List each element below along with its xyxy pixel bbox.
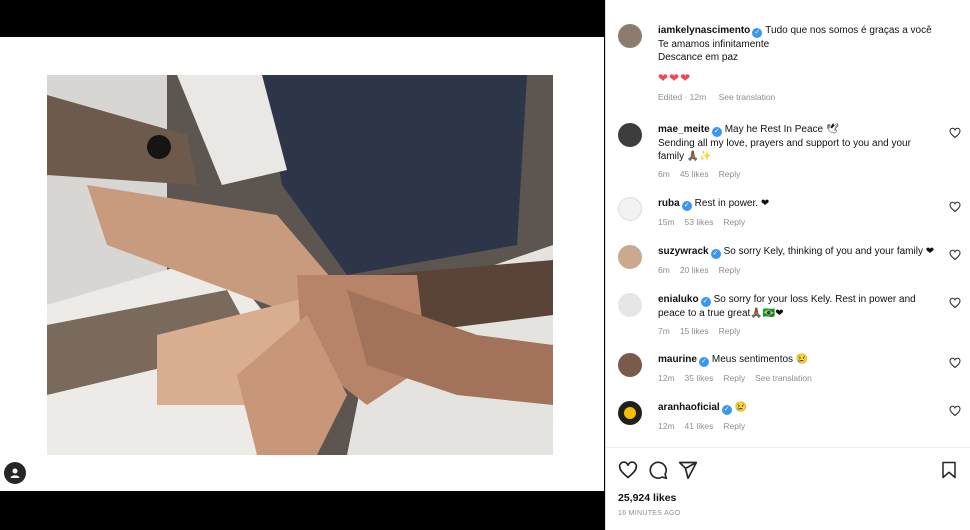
verified-badge-icon: ✓ (721, 405, 732, 415)
reply-link[interactable]: Reply (719, 265, 741, 275)
comment-time: 6m (658, 169, 670, 179)
commenter-username[interactable]: mae_meite (658, 124, 710, 135)
commenter-avatar[interactable] (618, 245, 642, 269)
post-photo[interactable] (47, 75, 553, 455)
post-caption: iamkelynascimento ✓ Tudo que nos somos é g… (618, 24, 961, 104)
post-media-area (0, 0, 604, 530)
verified-badge-icon: ✓ (711, 127, 722, 137)
commenter-avatar[interactable] (618, 197, 642, 221)
like-comment-heart-icon[interactable] (949, 201, 961, 213)
verified-badge-icon: ✓ (698, 357, 709, 367)
heart-icon[interactable] (618, 460, 638, 480)
commenter-avatar[interactable] (618, 353, 642, 377)
author-username[interactable]: iamkelynascimento (658, 25, 750, 36)
comment-time: 12m (658, 373, 675, 383)
caption-line: Descance em paz (658, 52, 739, 63)
comment-time: 6m (658, 265, 670, 275)
author-avatar[interactable] (618, 24, 642, 48)
like-comment-heart-icon[interactable] (949, 297, 961, 309)
comment-time: 7m (658, 326, 670, 336)
comments-panel: iamkelynascimento ✓ Tudo que nos somos é g… (605, 0, 970, 530)
caption-hearts: ❤❤❤ (658, 71, 692, 85)
like-comment-heart-icon[interactable] (949, 405, 961, 417)
likes-count[interactable]: 25,924 likes (618, 492, 676, 504)
reply-link[interactable]: Reply (723, 421, 745, 431)
bookmark-icon[interactable] (940, 460, 958, 480)
commenter-username[interactable]: ruba (658, 198, 680, 209)
caption-line: Te amamos infinitamente (658, 39, 770, 50)
commenter-username[interactable]: maurine (658, 354, 697, 365)
comment-icon[interactable] (648, 460, 668, 480)
action-bar (618, 460, 958, 482)
caption-line: Tudo que nos somos é graças a você (765, 25, 932, 36)
comment-text: Meus sentimentos 😢 (711, 354, 809, 365)
comment-time: 12m (658, 421, 675, 431)
comment-text: 😢 (734, 402, 748, 413)
comment-likes[interactable]: 45 likes (680, 169, 709, 179)
see-translation-link[interactable]: See translation (719, 92, 776, 102)
verified-badge-icon: ✓ (700, 297, 711, 307)
reply-link[interactable]: Reply (719, 169, 741, 179)
comment-item: suzywrack ✓ So sorry Kely, thinking of you… (618, 245, 961, 279)
tagged-user-icon[interactable] (4, 462, 26, 484)
comment-item: ruba ✓ Rest in power. ❤ 15m 53 likes Reply (618, 197, 961, 231)
comment-likes[interactable]: 41 likes (685, 421, 714, 431)
reply-link[interactable]: Reply (723, 217, 745, 227)
see-translation-link[interactable]: See translation (755, 373, 812, 383)
comment-text: So sorry Kely, thinking of you and your … (723, 246, 935, 257)
comment-item: aranhaoficial ✓ 😢 12m 41 likes Reply (618, 401, 961, 435)
comment-item: enialuko ✓ So sorry for your loss Kely. Re… (618, 293, 961, 339)
verified-badge-icon: ✓ (710, 249, 721, 259)
like-comment-heart-icon[interactable] (949, 249, 961, 261)
post-timestamp: 16 MINUTES AGO (618, 510, 681, 517)
verified-badge-icon: ✓ (752, 28, 763, 38)
reply-link[interactable]: Reply (719, 326, 741, 336)
like-comment-heart-icon[interactable] (949, 127, 961, 139)
reply-link[interactable]: Reply (723, 373, 745, 383)
divider (606, 447, 970, 448)
comment-text: Rest in power. ❤ (694, 198, 770, 209)
comment-time: 15m (658, 217, 675, 227)
commenter-avatar[interactable] (618, 293, 642, 317)
commenter-username[interactable]: enialuko (658, 294, 699, 305)
comment-likes[interactable]: 20 likes (680, 265, 709, 275)
comment-item: mae_meite ✓ May he Rest In Peace 🕊 Sending… (618, 123, 961, 181)
commenter-username[interactable]: suzywrack (658, 246, 709, 257)
comment-likes[interactable]: 35 likes (685, 373, 714, 383)
share-icon[interactable] (678, 460, 698, 480)
commenter-avatar[interactable] (618, 123, 642, 147)
comment-likes[interactable]: 15 likes (680, 326, 709, 336)
comment-item: maurine ✓ Meus sentimentos 😢 12m 35 likes Re… (618, 353, 961, 387)
like-comment-heart-icon[interactable] (949, 357, 961, 369)
verified-badge-icon: ✓ (681, 201, 692, 211)
commenter-avatar[interactable] (618, 401, 642, 425)
edited-label: Edited · 12m (658, 92, 707, 102)
commenter-username[interactable]: aranhaoficial (658, 402, 720, 413)
comment-likes[interactable]: 53 likes (685, 217, 714, 227)
